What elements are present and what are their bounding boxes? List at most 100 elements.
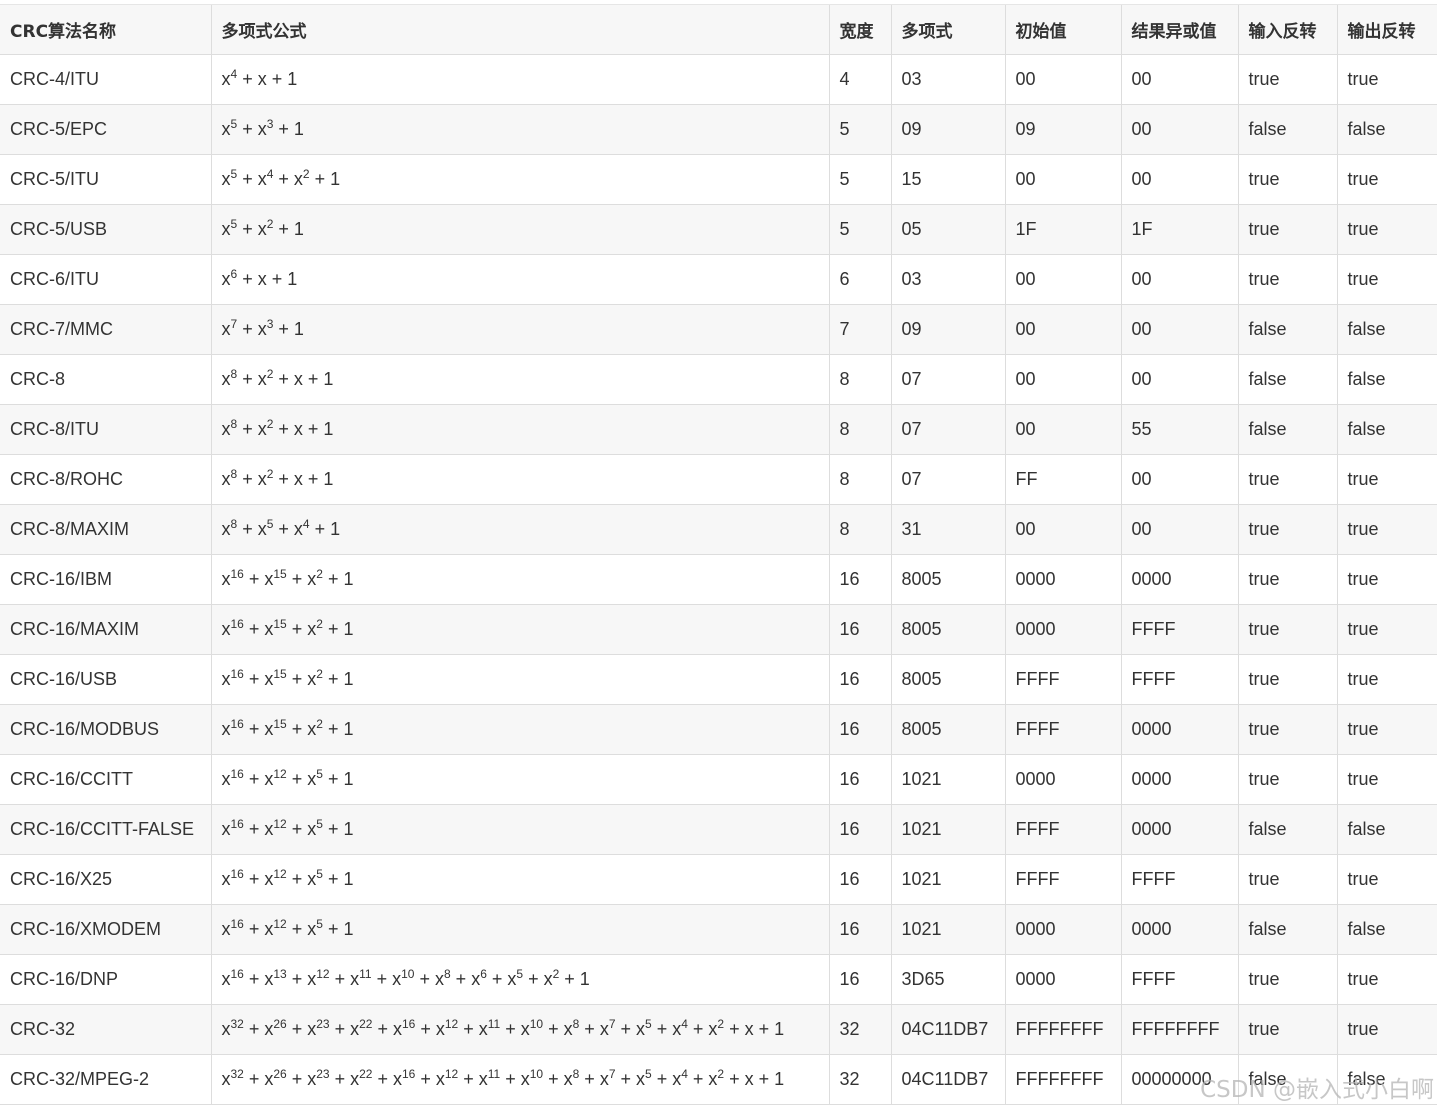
- cell-width: 16: [828, 954, 891, 1005]
- plus-sign: +: [753, 1069, 775, 1089]
- table-row: CRC-16/DNP x16 + x13 + x12 + x11 + x10 + …: [0, 954, 1437, 1005]
- polynomial-term: x8: [564, 1068, 580, 1089]
- plus-sign: +: [309, 519, 331, 539]
- term-base: x: [435, 1019, 445, 1039]
- cell-width: 16: [828, 654, 891, 705]
- cell-polynomial: 09: [890, 304, 1005, 355]
- term-exponent: 4: [302, 517, 310, 531]
- plus-sign: +: [543, 1019, 564, 1039]
- cell-initial-value: 0000: [1004, 904, 1121, 955]
- term-base: x: [221, 719, 231, 739]
- polynomial-term: x2: [307, 667, 323, 689]
- plus-sign: +: [450, 969, 472, 989]
- plus-sign: +: [724, 1069, 745, 1089]
- cell-polynomial-formula: x8 + x5 + x4 + 1: [210, 504, 829, 555]
- polynomial-term: x8: [221, 368, 238, 389]
- plus-sign: +: [273, 119, 294, 139]
- plus-sign: +: [371, 969, 393, 989]
- cell-polynomial: 04C11DB7: [890, 1004, 1005, 1055]
- term-base: x: [221, 369, 231, 389]
- polynomial-term: x26: [264, 1018, 286, 1039]
- cell-initial-value: FFFFFFFF: [1004, 1054, 1121, 1105]
- polynomial-term: x2: [544, 968, 560, 989]
- term-base: x: [307, 869, 317, 889]
- polynomial-term: x15: [264, 668, 286, 689]
- polynomial-term: x: [257, 69, 267, 89]
- polynomial-term: 1: [343, 719, 354, 739]
- cell-reflect-in: true: [1237, 454, 1337, 505]
- term-base: x: [221, 469, 231, 489]
- plus-sign: +: [651, 1069, 673, 1089]
- cell-reflect-out: true: [1336, 504, 1437, 555]
- plus-sign: +: [243, 769, 265, 789]
- table-row: CRC-8 x8 + x2 + x + 1 8 07 00 00 false false: [0, 354, 1437, 405]
- cell-width: 8: [828, 504, 891, 555]
- term-base: x: [307, 1069, 317, 1089]
- polynomial-term: x: [293, 419, 303, 439]
- term-exponent: 23: [316, 1017, 330, 1031]
- polynomial-term: x12: [436, 1068, 458, 1089]
- table-header-row: CRC算法名称 多项式公式 宽度 多项式 初始值 结果异或值 输入反转 输出反转: [0, 4, 1437, 55]
- term-base: x: [393, 1019, 402, 1039]
- table-row: CRC-16/MODBUS x16 + x15 + x2 + 1 16 8005 FFF…: [0, 704, 1437, 755]
- plus-sign: +: [237, 419, 258, 439]
- cell-polynomial-formula: x16 + x12 + x5 + 1: [210, 904, 829, 955]
- cell-algorithm-name: CRC-16/USB: [0, 654, 211, 705]
- cell-reflect-in: false: [1237, 304, 1337, 355]
- cell-reflect-out: true: [1336, 754, 1437, 805]
- plus-sign: +: [415, 1019, 436, 1039]
- term-base: x: [221, 669, 231, 689]
- polynomial-term: x12: [307, 968, 329, 989]
- term-base: x: [672, 1019, 682, 1039]
- cell-xor-out: FFFF: [1120, 854, 1238, 905]
- cell-algorithm-name: CRC-16/CCITT: [0, 754, 211, 805]
- plus-sign: +: [237, 219, 258, 239]
- term-exponent: 16: [230, 917, 244, 931]
- plus-sign: +: [243, 969, 265, 989]
- term-base: x: [221, 319, 231, 339]
- cell-xor-out: 00: [1120, 254, 1238, 305]
- polynomial-term: x12: [264, 818, 286, 839]
- polynomial-term: x26: [264, 1068, 286, 1089]
- polynomial-term: x5: [307, 818, 323, 839]
- cell-initial-value: 00: [1004, 504, 1121, 555]
- term-base: x: [392, 969, 402, 989]
- polynomial-term: x8: [221, 468, 238, 489]
- table-row: CRC-5/ITU x5 + x4 + x2 + 1 5 15 00 00 true true: [0, 154, 1437, 205]
- term-exponent: 15: [273, 717, 287, 731]
- term-exponent: 7: [608, 1017, 616, 1031]
- cell-polynomial: 8005: [890, 654, 1005, 705]
- cell-polynomial-formula: x5 + x3 + 1: [210, 104, 829, 155]
- polynomial-term: x16: [222, 767, 244, 789]
- polynomial-term: 1: [774, 1019, 785, 1039]
- plus-sign: +: [237, 169, 258, 189]
- cell-algorithm-name: CRC-32/MPEG-2: [0, 1054, 211, 1105]
- cell-width: 16: [828, 804, 891, 855]
- cell-width: 16: [828, 554, 891, 605]
- cell-polynomial: 04C11DB7: [890, 1054, 1005, 1105]
- header-initial-value: 初始值: [1004, 4, 1121, 55]
- cell-polynomial-formula: x16 + x12 + x5 + 1: [210, 754, 829, 805]
- polynomial-term: x: [293, 369, 303, 389]
- plus-sign: +: [237, 369, 258, 389]
- cell-width: 16: [828, 904, 891, 955]
- plus-sign: +: [273, 319, 294, 339]
- plus-sign: +: [237, 69, 258, 89]
- term-base: x: [599, 1019, 609, 1039]
- term-exponent: 12: [444, 1017, 459, 1031]
- polynomial-term: x22: [350, 1068, 372, 1089]
- term-exponent: 2: [316, 667, 323, 681]
- cell-initial-value: 09: [1004, 104, 1121, 155]
- term-exponent: 11: [487, 1067, 501, 1081]
- cell-initial-value: 1F: [1004, 204, 1121, 255]
- cell-reflect-out: true: [1336, 854, 1437, 905]
- cell-xor-out: 00: [1120, 454, 1238, 505]
- term-exponent: 16: [230, 767, 244, 781]
- plus-sign: +: [237, 469, 258, 489]
- term-exponent: 16: [230, 817, 244, 831]
- plus-sign: +: [273, 419, 294, 439]
- term-exponent: 12: [273, 917, 287, 931]
- cell-polynomial: 8005: [890, 604, 1005, 655]
- polynomial-term: x4: [672, 1068, 688, 1089]
- cell-reflect-in: false: [1237, 904, 1337, 955]
